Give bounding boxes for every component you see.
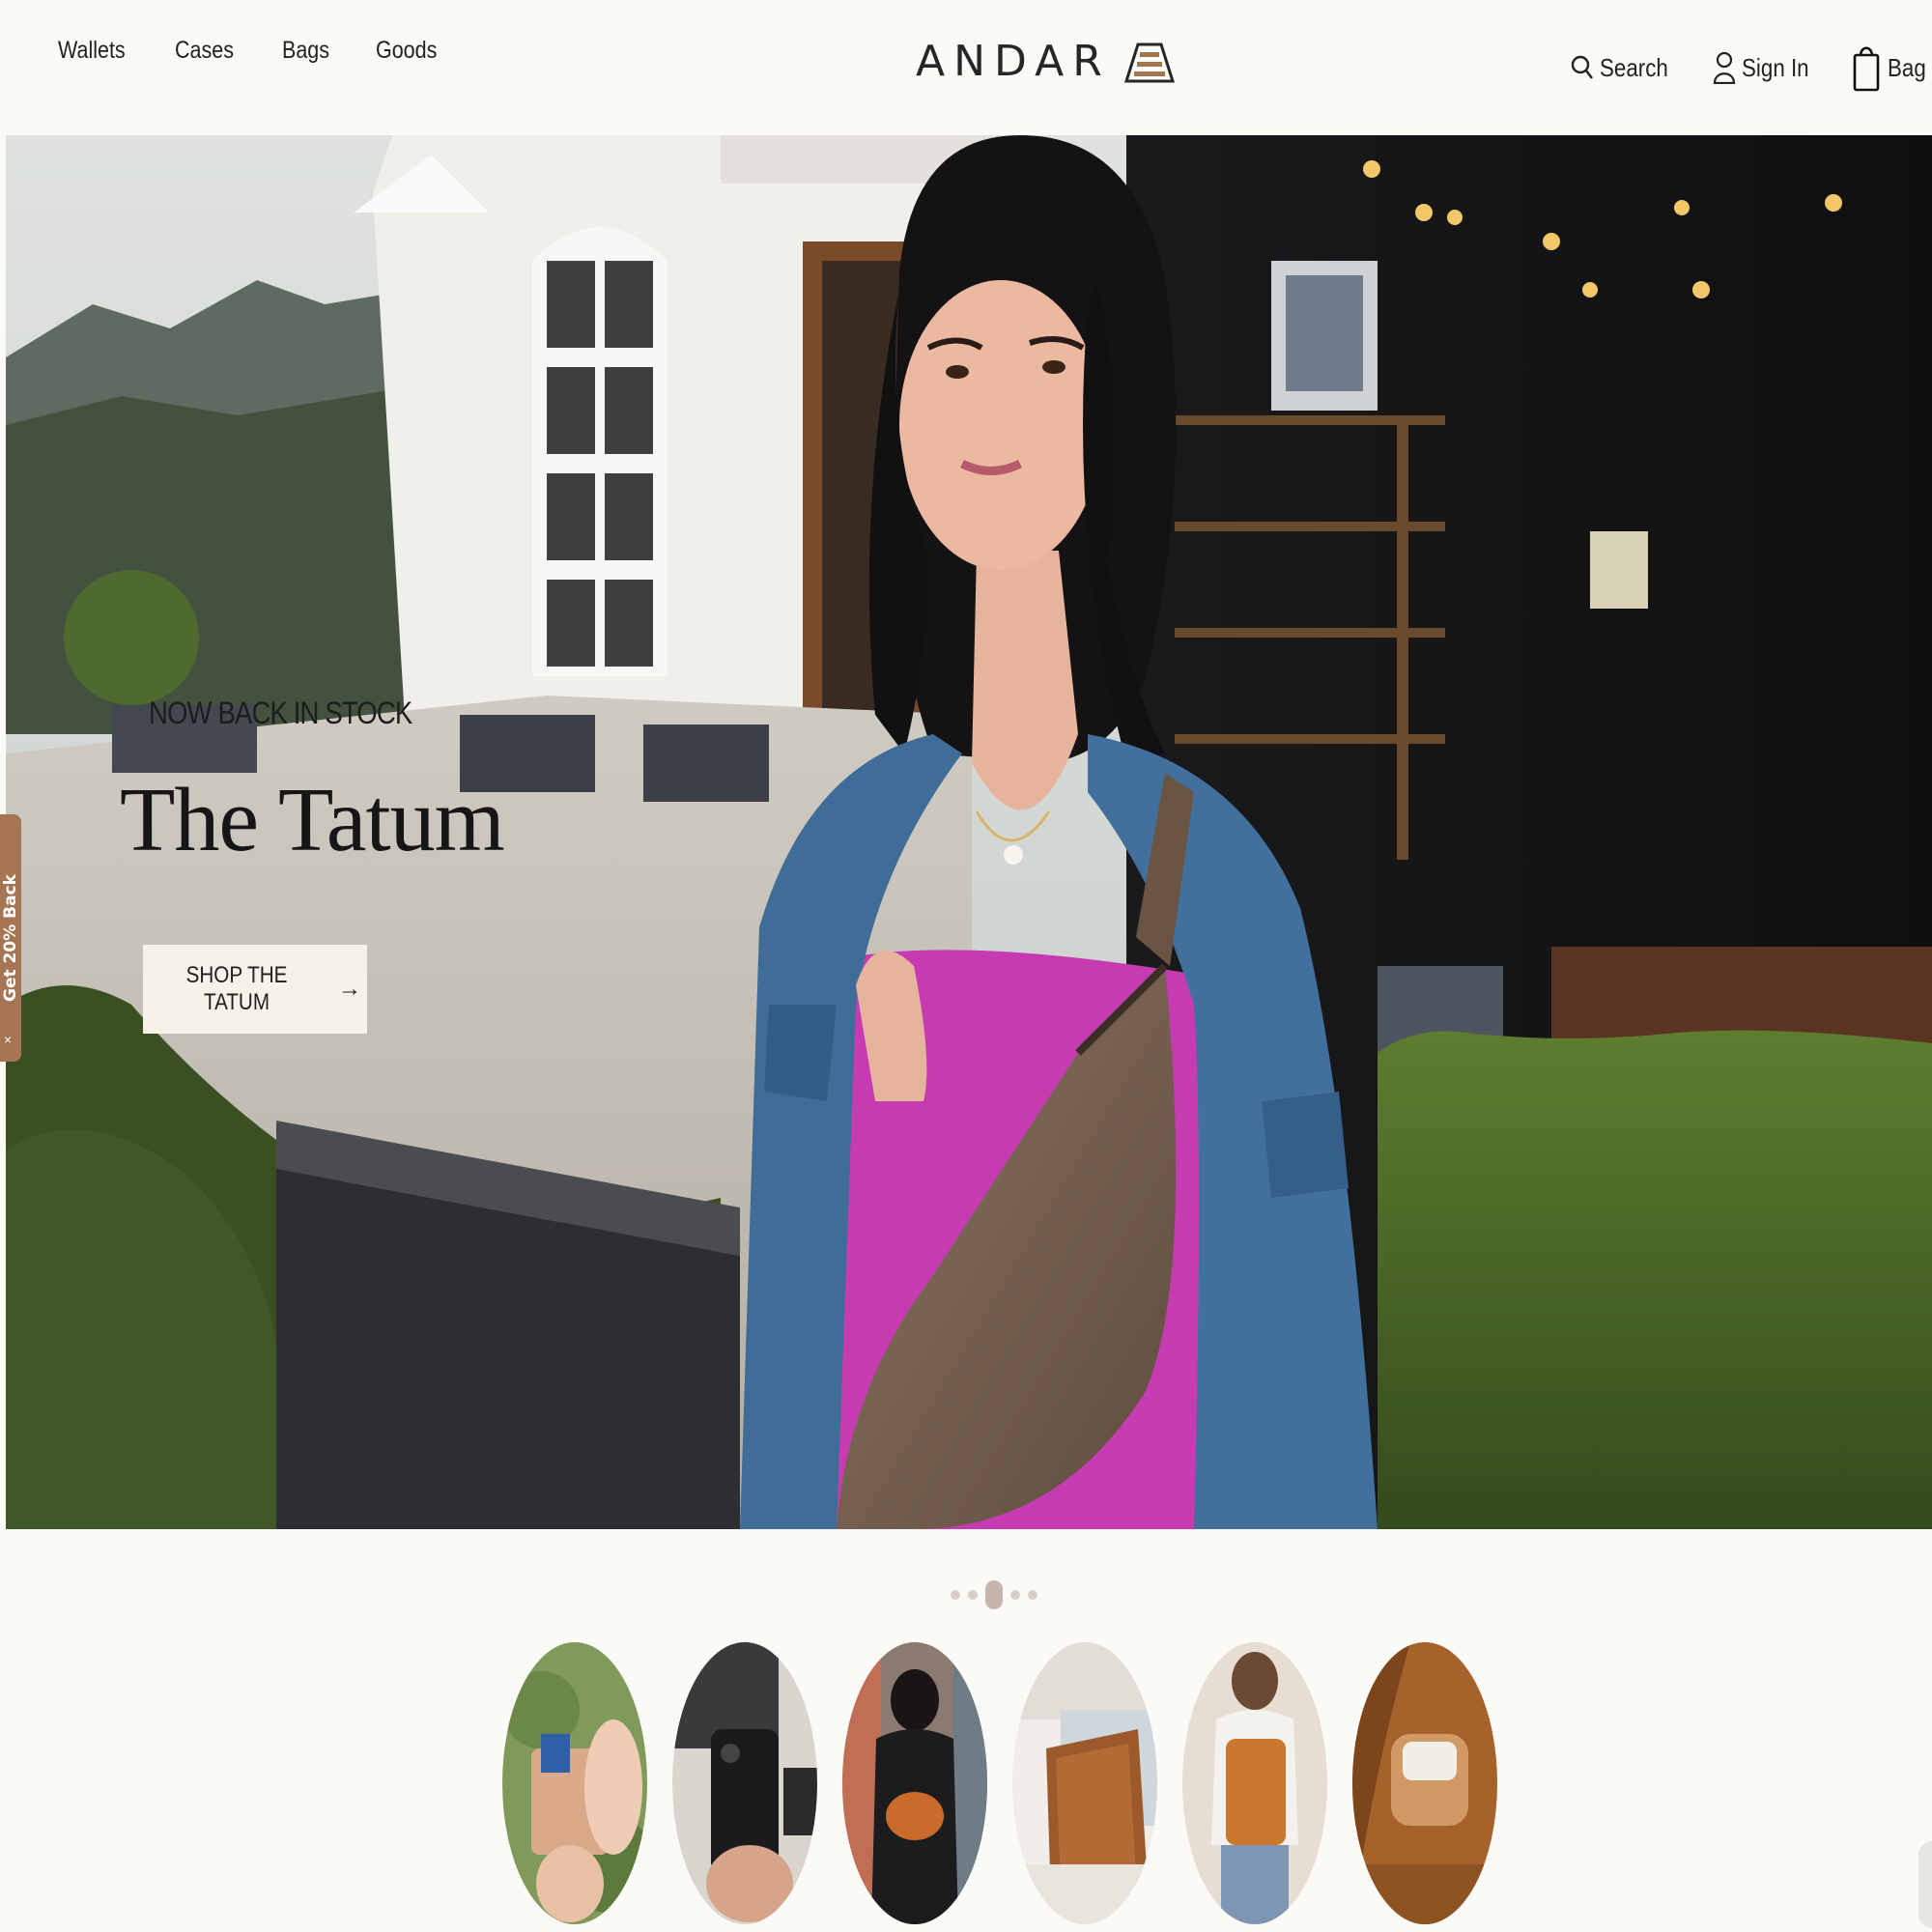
carousel-dot-5[interactable]: [1028, 1590, 1037, 1600]
hero-eyebrow: NOW BACK IN STOCK: [149, 696, 412, 730]
site-header: Wallets Cases Bags Goods ANDAR Search Si…: [0, 0, 1932, 133]
wallet-photo-icon: [502, 1642, 647, 1924]
nav-wallets[interactable]: Wallets: [58, 37, 126, 65]
logo-mark-icon: [1123, 43, 1175, 82]
phone-case-photo-icon: [672, 1642, 817, 1924]
nav-goods[interactable]: Goods: [376, 37, 437, 65]
main-nav: Wallets Cases Bags Goods: [58, 37, 447, 65]
carousel-pagination: [951, 1580, 1037, 1609]
airpods-case-photo-icon: [1352, 1642, 1497, 1924]
sign-in-button[interactable]: Sign In: [1713, 51, 1820, 84]
hero-banner: NOW BACK IN STOCK The Tatum SHOP THE TAT…: [6, 135, 1932, 1529]
category-backpacks[interactable]: [1182, 1642, 1327, 1924]
category-goods[interactable]: [1012, 1642, 1157, 1924]
category-cases[interactable]: [672, 1642, 817, 1924]
laptop-sleeve-photo-icon: [1012, 1642, 1157, 1924]
nav-bags[interactable]: Bags: [282, 37, 329, 65]
sling-bag-photo-icon: [842, 1642, 987, 1924]
category-row: [502, 1642, 1497, 1924]
sign-in-label: Sign In: [1741, 52, 1809, 82]
search-button[interactable]: Search: [1571, 53, 1679, 83]
user-icon: [1713, 51, 1735, 84]
category-bags[interactable]: [842, 1642, 987, 1924]
category-accessories[interactable]: [1352, 1642, 1497, 1924]
category-wallets[interactable]: [502, 1642, 647, 1924]
search-label: Search: [1600, 52, 1669, 82]
nav-cases[interactable]: Cases: [175, 37, 234, 65]
rewards-tab-label: Get 20% Back: [1, 874, 20, 1002]
rewards-tab[interactable]: Get 20% Back ×: [0, 814, 21, 1062]
carousel-dot-1[interactable]: [951, 1590, 960, 1600]
brand-logo[interactable]: ANDAR: [916, 37, 1179, 86]
hero-title: The Tatum: [120, 770, 505, 870]
carousel-dot-2[interactable]: [968, 1590, 978, 1600]
shop-tatum-label: SHOP THE TATUM: [185, 962, 288, 1015]
carousel-dot-3[interactable]: [985, 1580, 1003, 1609]
shop-tatum-button[interactable]: SHOP THE TATUM →: [143, 945, 367, 1034]
carousel-dot-4[interactable]: [1010, 1590, 1020, 1600]
header-actions: Search Sign In Bag: [1571, 43, 1932, 93]
close-icon[interactable]: ×: [4, 1032, 12, 1047]
backpack-photo-icon: [1182, 1642, 1327, 1924]
logo-wordmark: ANDAR: [916, 37, 1111, 86]
arrow-right-icon: →: [338, 976, 361, 1002]
shopping-bag-icon: [1853, 46, 1880, 92]
bag-button[interactable]: Bag: [1853, 43, 1932, 93]
search-icon: [1572, 55, 1594, 79]
bag-label: Bag: [1887, 52, 1926, 82]
chat-widget-edge[interactable]: [1918, 1841, 1932, 1928]
